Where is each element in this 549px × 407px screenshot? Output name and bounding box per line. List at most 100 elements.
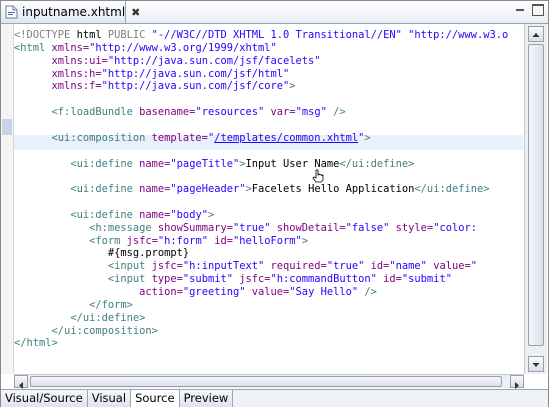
code-token: name= — [139, 157, 171, 170]
code-token: <input — [107, 273, 152, 286]
code-token: value= — [433, 260, 471, 273]
code-token: "http://www.w3.org/1999/xhtml" — [89, 41, 277, 54]
code-token: "-//W3C//DTD XHTML 1.0 Transitional//EN" — [151, 29, 409, 41]
code-token: "h:commandButton" — [270, 273, 384, 286]
code-token: "pageTitle" — [170, 157, 240, 170]
code-token: id= — [370, 260, 390, 273]
code-token: <html — [14, 41, 52, 54]
code-token: > — [289, 80, 296, 93]
vertical-scrollbar[interactable] — [524, 24, 547, 374]
code-token: "body" — [170, 208, 208, 221]
editor-tab-title: inputname.xhtml — [22, 5, 126, 19]
code-token: <ui:composition — [51, 131, 152, 144]
code-token: Facelets Hello Application — [251, 183, 415, 196]
code-token: "submit" — [182, 273, 240, 286]
code-token: action= — [139, 286, 183, 298]
code-token: name= — [139, 183, 171, 196]
vertical-scroll-thumb[interactable] — [528, 44, 544, 346]
code-area[interactable]: <!DOCTYPE html PUBLIC "-//W3C//DTD XHTML… — [14, 24, 523, 374]
code-token: </ui:define> — [414, 183, 490, 196]
code-token: "color: — [433, 221, 477, 234]
code-token: <input — [107, 260, 152, 273]
close-icon[interactable]: ✖ — [131, 6, 140, 19]
code-token: "http://www.w3.o — [408, 29, 509, 41]
code-token: jsfc= — [151, 260, 183, 273]
code-token: </ui:composition> — [51, 324, 158, 337]
minimize-icon[interactable] — [514, 4, 526, 16]
code-token: /> — [333, 106, 346, 119]
code-token: id= — [383, 273, 402, 286]
code-token: "helloForm" — [233, 234, 302, 247]
code-token: Input User Name — [245, 157, 340, 170]
code-token: name= — [139, 208, 171, 221]
code-token: <ui:define — [70, 157, 140, 170]
code-token: "false" — [345, 221, 396, 234]
code-token: showSummary= — [157, 221, 233, 234]
scroll-right-button[interactable] — [510, 375, 524, 389]
code-token: "http://java.sun.com/jsf/facelets" — [107, 54, 321, 67]
code-token: xmlns:ui= — [51, 54, 108, 67]
code-token: "pageHeader" — [170, 183, 246, 196]
code-token: "http://java.sun.com/jsf/core" — [101, 80, 290, 93]
code-line[interactable]: xmlns:f="http://java.sun.com/jsf/core"> — [14, 79, 296, 93]
code-token: "h:inputText" — [182, 260, 271, 273]
tab-preview[interactable]: Preview — [179, 390, 234, 407]
code-token: "true" — [232, 221, 277, 234]
editor-tab-bar: inputname.xhtml ✖ — [1, 1, 548, 24]
code-token: PUBLIC — [107, 29, 152, 41]
code-token: xmlns:f= — [51, 80, 102, 93]
tab-source[interactable]: Source — [131, 390, 180, 407]
xhtml-file-icon — [5, 5, 18, 19]
code-token: "resources" — [195, 106, 271, 119]
code-token: value= — [251, 286, 290, 298]
code-token: "msg" — [295, 106, 334, 119]
code-line[interactable]: <f:loadBundle basename="resources" var="… — [14, 105, 346, 119]
horizontal-scrollbar[interactable] — [14, 374, 524, 389]
code-token: <ui:define — [70, 208, 140, 221]
code-token: "greeting" — [182, 286, 252, 298]
code-token: <ui:define — [70, 183, 140, 196]
code-token: </html> — [14, 337, 58, 350]
code-line[interactable]: </html> — [14, 336, 58, 350]
horizontal-scroll-thumb[interactable] — [30, 376, 502, 387]
tab-visual-source[interactable]: Visual/Source — [1, 390, 88, 407]
editor-gutter — [1, 24, 14, 374]
code-token: "submit" — [401, 273, 452, 286]
editor-tab[interactable]: inputname.xhtml ✖ — [1, 1, 140, 23]
scroll-up-button[interactable] — [528, 26, 544, 42]
code-token: </ui:define> — [70, 311, 146, 324]
code-token: html — [76, 29, 108, 41]
code-token: " — [470, 260, 478, 273]
scroll-left-button[interactable] — [14, 375, 28, 389]
maximize-icon[interactable] — [532, 4, 544, 16]
code-token[interactable]: /templates/common.xhtml — [214, 132, 358, 144]
code-token: <f:loadBundle — [51, 106, 140, 119]
code-token: "h:form" — [157, 234, 215, 247]
code-token: <h:message — [89, 221, 158, 234]
code-token: showDetail= — [276, 221, 346, 234]
code-token: template= — [151, 131, 208, 144]
code-token: xmlns= — [51, 41, 90, 54]
code-line[interactable]: <ui:composition template="/templates/com… — [14, 131, 371, 145]
code-token: > — [364, 131, 371, 144]
code-line[interactable]: <ui:define name="pageTitle">Input User N… — [14, 157, 414, 171]
code-token: #{msg.prompt} — [107, 247, 190, 260]
code-line[interactable]: <ui:define name="pageHeader">Facelets He… — [14, 182, 490, 196]
code-token: "name" — [389, 260, 434, 273]
scroll-down-button[interactable] — [528, 356, 544, 372]
tab-visual[interactable]: Visual — [87, 390, 132, 407]
